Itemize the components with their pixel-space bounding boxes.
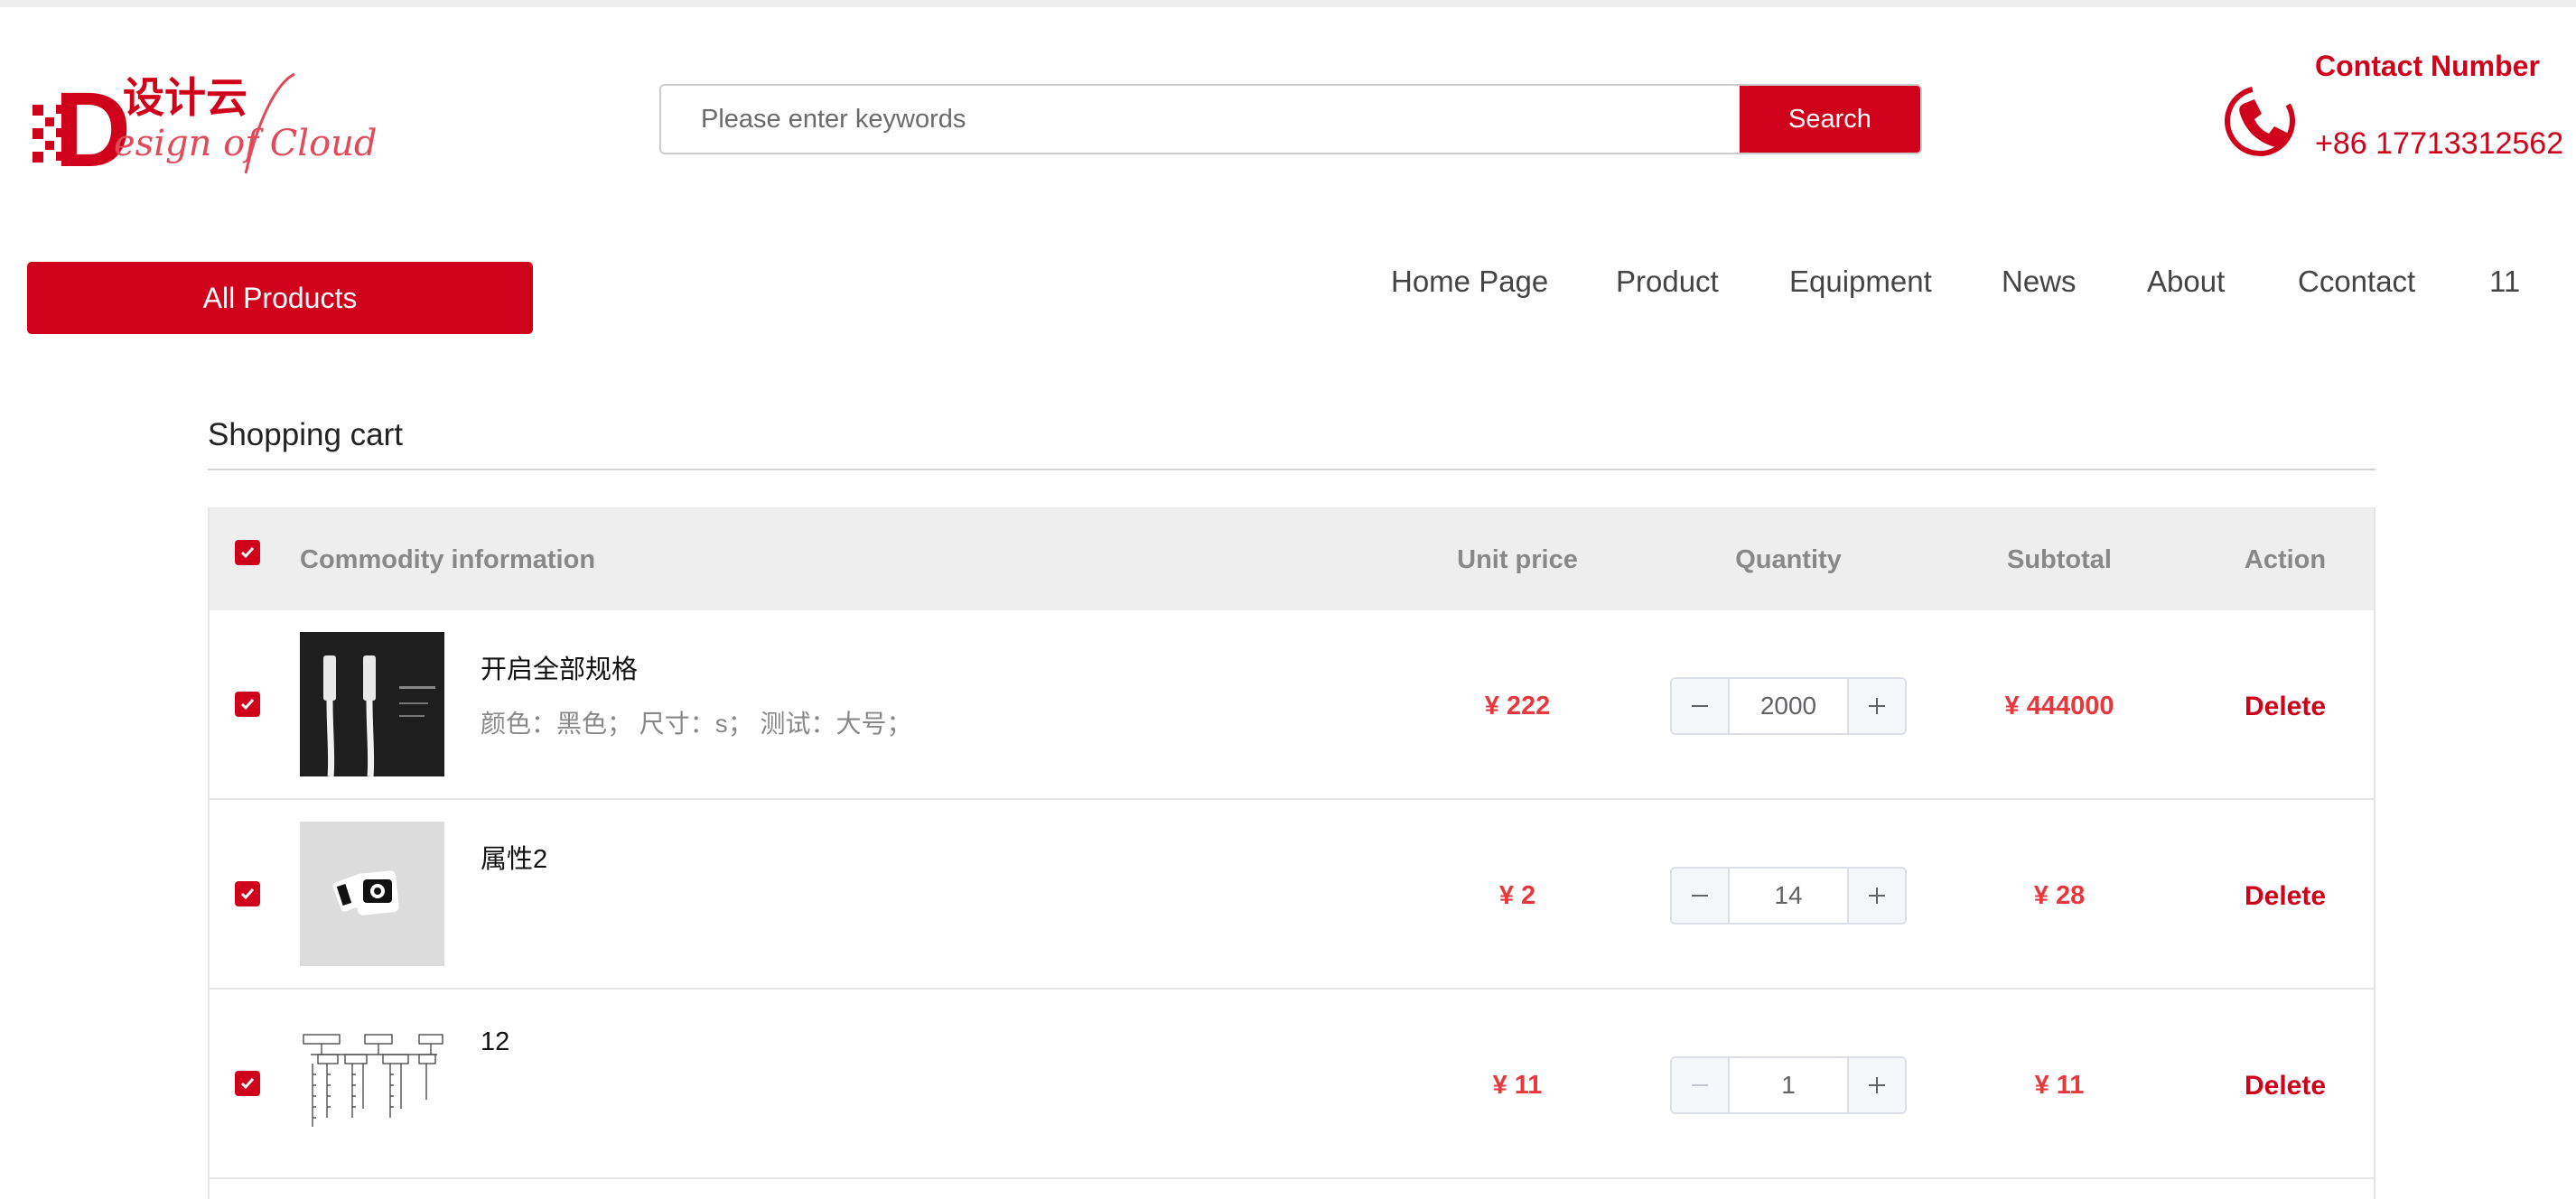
check-icon xyxy=(240,699,255,711)
unit-price: ¥ 2 xyxy=(1498,881,1536,910)
unit-price: ¥ 222 xyxy=(1484,692,1551,720)
search-bar: Search xyxy=(659,84,1922,154)
camera-stickers-image xyxy=(300,822,444,966)
row-checkbox[interactable] xyxy=(235,1071,260,1096)
check-icon xyxy=(240,547,255,559)
decrease-button[interactable] xyxy=(1672,869,1730,923)
delete-button[interactable]: Delete xyxy=(2245,1071,2326,1101)
increase-button[interactable] xyxy=(1847,869,1905,923)
main-nav: Home Page Product Equipment News About C… xyxy=(0,265,2576,301)
select-all-checkbox[interactable] xyxy=(235,540,260,565)
search-input[interactable] xyxy=(661,86,1740,153)
column-header-unit-price: Unit price xyxy=(1457,545,1578,574)
plus-icon xyxy=(1869,698,1885,714)
search-button[interactable]: Search xyxy=(1740,86,1920,153)
row-checkbox[interactable] xyxy=(235,881,260,906)
cart-table: Commodity information Unit price Quantit… xyxy=(208,507,2375,1199)
nav-item-about[interactable]: About xyxy=(2147,265,2225,299)
minus-icon xyxy=(1692,1084,1708,1086)
nav-item-contact[interactable]: Ccontact xyxy=(2298,265,2415,299)
contact-label: Contact Number xyxy=(2315,50,2540,82)
check-icon xyxy=(240,1078,255,1090)
svg-text:esign of Cloud: esign of Cloud xyxy=(114,123,378,164)
logo-graphic: D 设计云 esign of Cloud xyxy=(33,70,378,190)
minus-icon xyxy=(1692,705,1708,707)
increase-button[interactable] xyxy=(1847,679,1905,733)
product-thumbnail[interactable] xyxy=(300,1011,444,1156)
column-header-info: Commodity information xyxy=(300,545,596,574)
nav-item-product[interactable]: Product xyxy=(1616,265,1719,299)
column-header-action: Action xyxy=(2244,545,2327,574)
unit-price: ¥ 11 xyxy=(1492,1071,1543,1100)
quantity-input[interactable] xyxy=(1730,869,1847,923)
subtotal: ¥ 28 xyxy=(2033,881,2086,910)
delete-button[interactable]: Delete xyxy=(2245,881,2326,912)
cable-product-image xyxy=(300,632,444,776)
plus-icon xyxy=(1869,888,1885,904)
row-checkbox[interactable] xyxy=(235,692,260,717)
contact-number: +86 17713312562 xyxy=(2315,126,2564,161)
table-row: 12 ¥ 11 ¥ 11 Delete xyxy=(210,990,2374,1179)
product-spec: 颜色：黑色； 尺寸：s； 测试：大号； xyxy=(481,710,912,738)
product-thumbnail[interactable] xyxy=(300,632,444,776)
subtotal: ¥ 11 xyxy=(2034,1071,2085,1100)
table-row: 属性2 ¥ 2 ¥ 28 Delete xyxy=(210,800,2374,990)
svg-text:设计云: 设计云 xyxy=(123,73,247,122)
product-name[interactable]: 属性2 xyxy=(481,838,547,876)
minus-icon xyxy=(1692,895,1708,897)
check-icon xyxy=(240,888,255,900)
subtotal: ¥ 444000 xyxy=(2004,692,2114,720)
site-logo[interactable]: D 设计云 esign of Cloud xyxy=(33,65,385,191)
quantity-input[interactable] xyxy=(1730,679,1847,733)
table-row: 开启全部规格 颜色：黑色； 尺寸：s； 测试：大号； ¥ 222 ¥ 44400… xyxy=(210,610,2374,800)
decrease-button[interactable] xyxy=(1672,1058,1730,1112)
nav-item-news[interactable]: News xyxy=(2002,265,2077,299)
table-header: Commodity information Unit price Quantit… xyxy=(210,507,2374,610)
nav-item-11[interactable]: 11 xyxy=(2489,265,2520,299)
phone-icon xyxy=(2225,86,2295,156)
decrease-button[interactable] xyxy=(1672,679,1730,733)
quantity-stepper xyxy=(1670,677,1907,735)
delete-button[interactable]: Delete xyxy=(2245,692,2326,722)
nav-item-equipment[interactable]: Equipment xyxy=(1789,265,1932,299)
title-divider xyxy=(208,469,2375,470)
quantity-input[interactable] xyxy=(1730,1058,1847,1112)
product-name[interactable]: 12 xyxy=(481,1027,509,1057)
column-header-subtotal: Subtotal xyxy=(2007,545,2112,574)
quantity-stepper xyxy=(1670,1056,1907,1114)
column-header-quantity: Quantity xyxy=(1735,545,1842,574)
nav-item-home[interactable]: Home Page xyxy=(1391,265,1548,299)
page-title: Shopping cart xyxy=(208,417,403,452)
product-thumbnail[interactable] xyxy=(300,822,444,966)
quantity-stepper xyxy=(1670,867,1907,925)
increase-button[interactable] xyxy=(1847,1058,1905,1112)
product-name[interactable]: 开启全部规格 xyxy=(481,648,638,686)
plus-icon xyxy=(1869,1077,1885,1093)
top-strip xyxy=(0,0,2576,7)
flowchart-image xyxy=(300,1011,444,1156)
